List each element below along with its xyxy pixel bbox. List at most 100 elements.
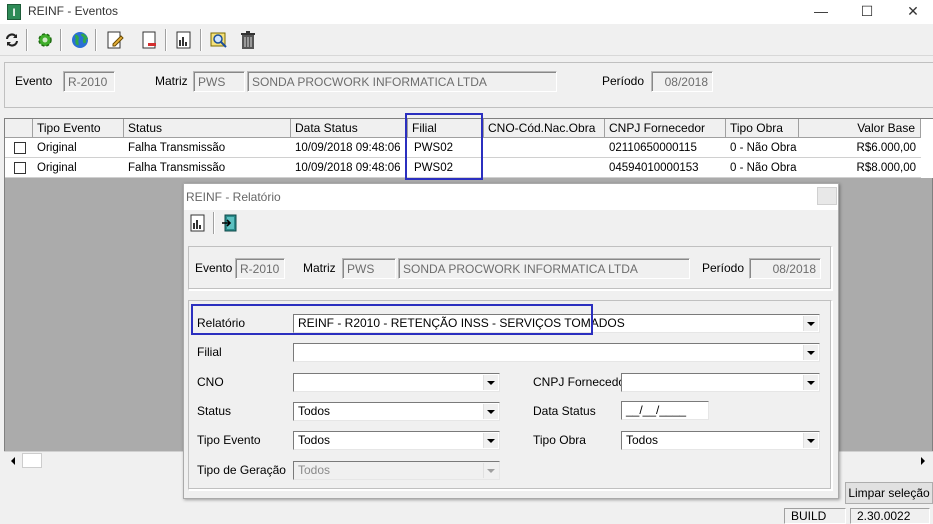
chevron-down-icon[interactable] xyxy=(803,433,818,448)
evento-label: Evento xyxy=(195,261,233,275)
cell-tipo-evento: Original xyxy=(37,162,77,174)
relatorio-dialog: REINF - Relatório Evento R-2010 Matriz P… xyxy=(183,183,839,499)
maximize-button[interactable]: ☐ xyxy=(844,0,890,22)
build-label: BUILD xyxy=(784,508,846,524)
relatorio-highlight xyxy=(191,304,593,335)
status-select[interactable]: Todos xyxy=(293,402,500,421)
column-header[interactable]: CNO-Cód.Nac.Obra xyxy=(484,119,605,138)
cno-label: CNO xyxy=(197,375,224,389)
report-icon[interactable] xyxy=(172,28,196,52)
chevron-down-icon[interactable] xyxy=(483,433,498,448)
evento-field: R-2010 xyxy=(63,71,115,92)
header-panel: Evento R-2010 Matriz PWS SONDA PROCWORK … xyxy=(4,62,933,108)
chevron-down-icon xyxy=(483,463,498,478)
column-header[interactable]: Valor Base xyxy=(799,119,921,138)
periodo-label: Período xyxy=(602,74,645,88)
matriz-label: Matriz xyxy=(155,74,188,88)
report-icon[interactable] xyxy=(187,212,209,234)
chevron-down-icon[interactable] xyxy=(803,345,818,360)
cell-tipo-obra: 0 - Não Obra xyxy=(730,142,797,154)
title-bar: I REINF - Eventos — ☐ ✕ xyxy=(0,0,933,24)
chevron-down-icon[interactable] xyxy=(483,404,498,419)
cell-cno xyxy=(484,138,488,158)
evento-field: R-2010 xyxy=(235,258,285,279)
build-version: 2.30.0022 xyxy=(850,508,930,524)
filial-highlight xyxy=(405,113,483,180)
exit-icon[interactable] xyxy=(220,212,242,234)
data-status-input[interactable]: __/__/____ xyxy=(621,401,709,420)
matriz-code-field: PWS xyxy=(193,71,245,92)
cell-data-status: 10/09/2018 09:48:06 xyxy=(295,162,401,174)
filial-select[interactable] xyxy=(293,343,820,362)
cell-cno xyxy=(484,158,488,178)
tipo-evento-select[interactable]: Todos xyxy=(293,431,500,450)
row-checkbox[interactable] xyxy=(14,162,26,174)
toolbar-separator xyxy=(95,29,97,51)
cnpj-select[interactable] xyxy=(621,373,820,392)
periodo-field: 08/2018 xyxy=(651,71,713,92)
cell-cnpj: 02110650000115 xyxy=(609,142,697,154)
column-header[interactable]: Status xyxy=(124,119,291,138)
tipo-obra-value: Todos xyxy=(626,433,659,447)
column-header[interactable]: Tipo Evento xyxy=(33,119,124,138)
cell-valor-base: R$8.000,00 xyxy=(856,162,916,174)
cell-status: Falha Transmissão xyxy=(128,142,226,154)
tipo-geracao-select: Todos xyxy=(293,461,500,480)
toolbar-separator xyxy=(26,29,28,51)
status-value: Todos xyxy=(298,404,331,418)
dialog-title: REINF - Relatório xyxy=(186,190,281,204)
matriz-name-field: SONDA PROCWORK INFORMATICA LTDA xyxy=(247,71,557,92)
tipo-evento-label: Tipo Evento xyxy=(197,433,261,447)
toolbar-separator xyxy=(213,212,215,234)
column-header[interactable]: Tipo Obra xyxy=(726,119,799,138)
chevron-down-icon[interactable] xyxy=(803,316,818,331)
data-status-label: Data Status xyxy=(533,404,596,418)
row-checkbox[interactable] xyxy=(14,142,26,154)
periodo-label: Período xyxy=(702,261,745,275)
matriz-name-field: SONDA PROCWORK INFORMATICA LTDA xyxy=(398,258,690,279)
periodo-field: 08/2018 xyxy=(749,258,821,279)
toolbar-separator xyxy=(60,29,62,51)
tipo-geracao-label: Tipo de Geração xyxy=(197,463,286,477)
column-header[interactable]: Data Status xyxy=(291,119,408,138)
cell-valor-base: R$6.000,00 xyxy=(856,142,916,154)
scroll-thumb[interactable] xyxy=(22,453,42,468)
globe-icon[interactable] xyxy=(68,28,92,52)
dialog-close-button[interactable] xyxy=(817,187,837,205)
matriz-code-field: PWS xyxy=(342,258,396,279)
trash-icon[interactable] xyxy=(236,28,260,52)
export-document-icon[interactable] xyxy=(137,28,161,52)
dialog-title-bar: REINF - Relatório xyxy=(184,184,838,210)
chevron-down-icon[interactable] xyxy=(803,375,818,390)
scroll-right-icon[interactable] xyxy=(915,453,931,468)
cno-select[interactable] xyxy=(293,373,500,392)
minimize-button[interactable]: — xyxy=(798,0,844,22)
toolbar-separator xyxy=(165,29,167,51)
edit-document-icon[interactable] xyxy=(103,28,127,52)
close-button[interactable]: ✕ xyxy=(890,0,933,22)
cell-status: Falha Transmissão xyxy=(128,162,226,174)
cell-data-status: 10/09/2018 09:48:06 xyxy=(295,142,401,154)
status-bar: BUILD 2.30.0022 xyxy=(0,506,933,524)
gear-icon[interactable] xyxy=(33,28,57,52)
tipo-obra-label: Tipo Obra xyxy=(533,433,586,447)
search-icon[interactable] xyxy=(207,28,231,52)
cell-cnpj: 04594010000153 xyxy=(609,162,699,174)
column-header[interactable]: CNPJ Fornecedor xyxy=(605,119,726,138)
window-title: REINF - Eventos xyxy=(28,4,119,18)
limpar-selecao-button[interactable]: Limpar seleção xyxy=(845,482,933,504)
refresh-icon[interactable] xyxy=(0,28,24,52)
tipo-obra-select[interactable]: Todos xyxy=(621,431,820,450)
toolbar xyxy=(0,24,933,56)
grid-row-filler xyxy=(921,119,933,178)
dialog-header-frame: Evento R-2010 Matriz PWS SONDA PROCWORK … xyxy=(188,246,832,290)
filial-label: Filial xyxy=(197,345,222,359)
matriz-label: Matriz xyxy=(303,261,336,275)
chevron-down-icon[interactable] xyxy=(483,375,498,390)
grid-header-select xyxy=(5,119,33,138)
toolbar-separator xyxy=(200,29,202,51)
cell-tipo-evento: Original xyxy=(37,142,77,154)
tipo-geracao-value: Todos xyxy=(298,463,331,477)
tipo-evento-value: Todos xyxy=(298,433,331,447)
scroll-left-icon[interactable] xyxy=(5,453,21,468)
